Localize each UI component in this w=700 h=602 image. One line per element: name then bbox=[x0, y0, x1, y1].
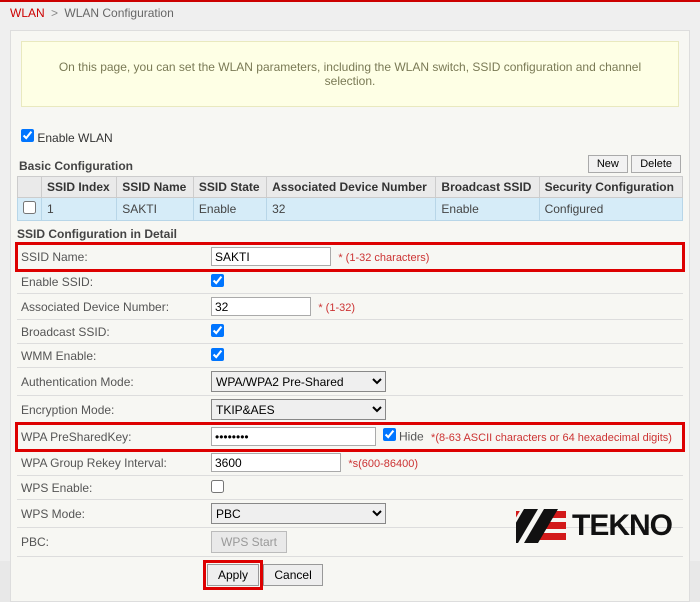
breadcrumb: WLAN > WLAN Configuration bbox=[0, 2, 700, 24]
enable-wlan-checkbox[interactable] bbox=[21, 129, 34, 142]
breadcrumb-separator: > bbox=[51, 6, 58, 20]
rekey-input[interactable] bbox=[211, 453, 341, 472]
col-ssid-index: SSID Index bbox=[42, 177, 117, 198]
col-broadcast: Broadcast SSID bbox=[436, 177, 539, 198]
breadcrumb-page: WLAN Configuration bbox=[64, 6, 173, 20]
psk-input[interactable] bbox=[211, 427, 376, 446]
rekey-hint: *s(600-86400) bbox=[348, 458, 418, 470]
assoc-num-hint: * (1-32) bbox=[318, 302, 355, 314]
cell-assoc: 32 bbox=[267, 198, 436, 221]
wps-mode-select[interactable]: PBC bbox=[211, 503, 386, 524]
col-ssid-state: SSID State bbox=[193, 177, 266, 198]
enc-mode-select[interactable]: TKIP&AES bbox=[211, 399, 386, 420]
wps-mode-label: WPS Mode: bbox=[17, 500, 207, 528]
new-button[interactable]: New bbox=[588, 155, 628, 173]
auth-mode-select[interactable]: WPA/WPA2 Pre-Shared bbox=[211, 371, 386, 392]
table-row[interactable]: 1 SAKTI Enable 32 Enable Configured bbox=[18, 198, 683, 221]
psk-label: WPA PreSharedKey: bbox=[17, 424, 207, 450]
pbc-label: PBC: bbox=[17, 528, 207, 557]
rekey-label: WPA Group Rekey Interval: bbox=[17, 450, 207, 476]
col-assoc-num: Associated Device Number bbox=[267, 177, 436, 198]
broadcast-ssid-checkbox[interactable] bbox=[211, 324, 224, 337]
cell-security: Configured bbox=[539, 198, 682, 221]
breadcrumb-root[interactable]: WLAN bbox=[10, 6, 45, 20]
row-select-checkbox[interactable] bbox=[23, 201, 36, 214]
enable-ssid-checkbox[interactable] bbox=[211, 274, 224, 287]
auth-mode-label: Authentication Mode: bbox=[17, 368, 207, 396]
enable-ssid-label: Enable SSID: bbox=[17, 270, 207, 294]
ssid-name-label: SSID Name: bbox=[17, 244, 207, 270]
detail-form: SSID Name: * (1-32 characters) Enable SS… bbox=[17, 244, 683, 557]
assoc-num-label: Associated Device Number: bbox=[17, 294, 207, 320]
hide-psk-checkbox[interactable] bbox=[383, 428, 396, 441]
delete-button[interactable]: Delete bbox=[631, 155, 681, 173]
cell-name: SAKTI bbox=[117, 198, 194, 221]
psk-hint: *(8-63 ASCII characters or 64 hexadecima… bbox=[431, 432, 672, 444]
cell-state: Enable bbox=[193, 198, 266, 221]
cell-index: 1 bbox=[42, 198, 117, 221]
wmm-label: WMM Enable: bbox=[17, 344, 207, 368]
col-security: Security Configuration bbox=[539, 177, 682, 198]
hide-psk-label: Hide bbox=[399, 430, 424, 444]
assoc-num-input[interactable] bbox=[211, 297, 311, 316]
enc-mode-label: Encryption Mode: bbox=[17, 396, 207, 424]
ssid-table: SSID Index SSID Name SSID State Associat… bbox=[17, 176, 683, 221]
detail-title: SSID Configuration in Detail bbox=[17, 227, 683, 244]
ssid-name-hint: * (1-32 characters) bbox=[338, 252, 429, 264]
table-header-row: SSID Index SSID Name SSID State Associat… bbox=[18, 177, 683, 198]
info-banner: On this page, you can set the WLAN param… bbox=[21, 41, 679, 107]
wps-start-button: WPS Start bbox=[211, 531, 287, 553]
wps-enable-checkbox[interactable] bbox=[211, 480, 224, 493]
cell-broadcast: Enable bbox=[436, 198, 539, 221]
ssid-name-input[interactable] bbox=[211, 247, 331, 266]
broadcast-ssid-label: Broadcast SSID: bbox=[17, 320, 207, 344]
enable-wlan-label[interactable]: Enable WLAN bbox=[37, 131, 112, 145]
wps-enable-label: WPS Enable: bbox=[17, 476, 207, 500]
cancel-button[interactable]: Cancel bbox=[263, 564, 322, 586]
col-ssid-name: SSID Name bbox=[117, 177, 194, 198]
apply-button[interactable]: Apply bbox=[207, 564, 259, 586]
basic-config-title: Basic Configuration bbox=[19, 159, 133, 173]
wmm-checkbox[interactable] bbox=[211, 348, 224, 361]
